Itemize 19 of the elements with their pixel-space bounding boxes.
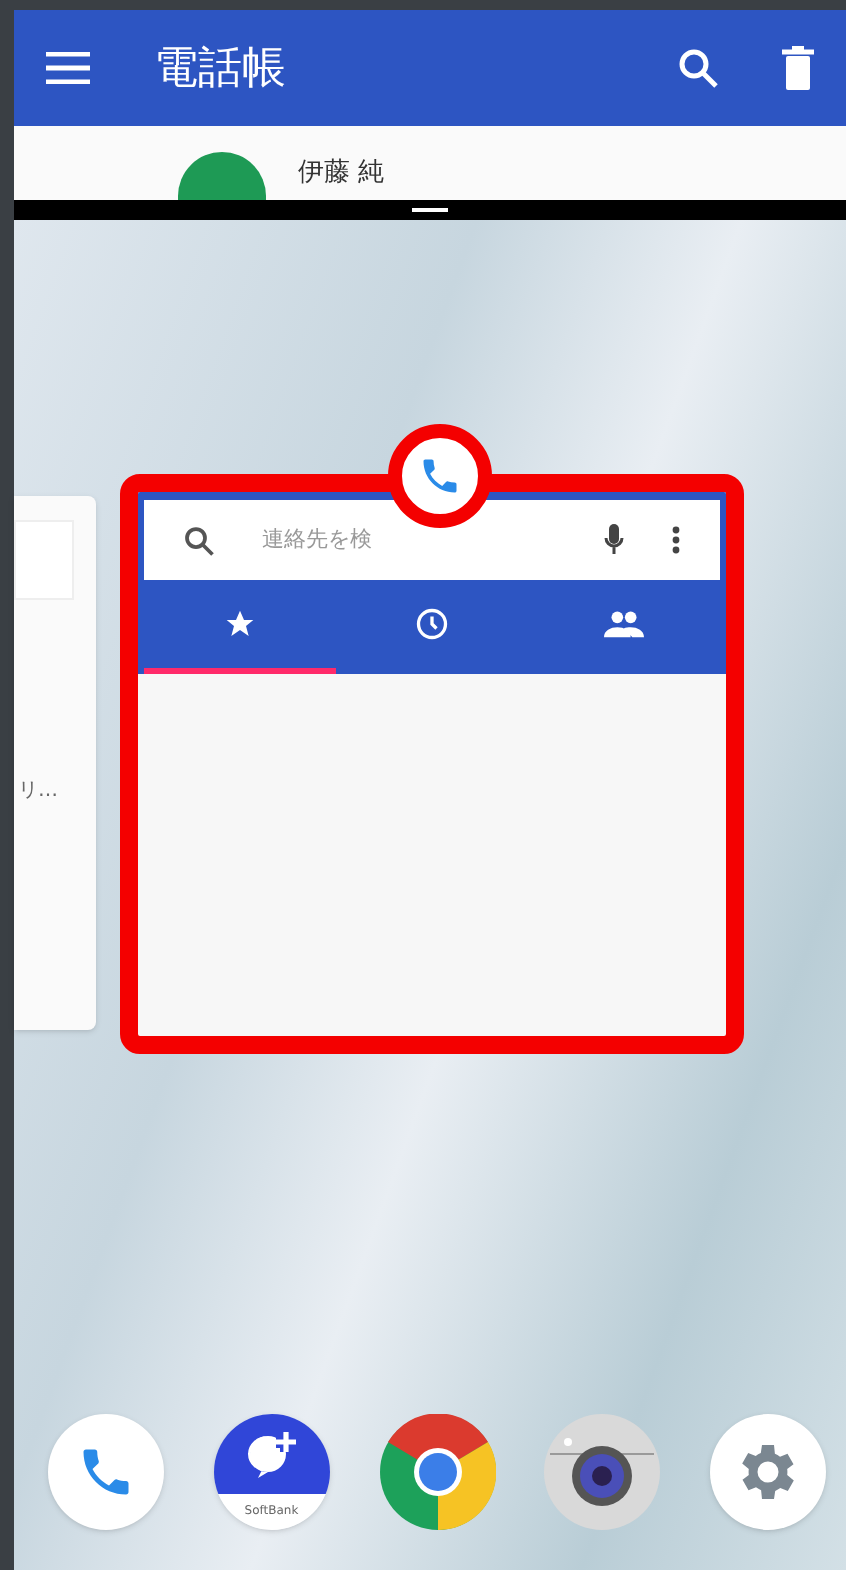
people-icon: [604, 610, 644, 638]
settings-icon[interactable]: [710, 1414, 826, 1530]
microphone-icon[interactable]: [604, 524, 624, 556]
search-placeholder: 連絡先を検: [262, 523, 374, 556]
trash-icon[interactable]: [782, 46, 814, 90]
search-icon[interactable]: [678, 48, 718, 88]
card-text: リ…: [18, 778, 58, 806]
phone-app-icon[interactable]: [48, 1414, 164, 1530]
search-icon: [184, 525, 214, 555]
speech-bubble-plus-icon: [243, 1428, 300, 1480]
contact-name: 伊藤 純: [298, 155, 385, 191]
browser-app-icon[interactable]: [379, 1414, 495, 1530]
avatar: [178, 152, 266, 200]
app-title: 電話帳: [154, 41, 288, 97]
menu-icon[interactable]: [46, 52, 90, 84]
clock-icon: [414, 606, 450, 642]
more-icon[interactable]: [672, 526, 680, 554]
star-icon: [224, 608, 256, 640]
camera-app-icon[interactable]: [544, 1414, 661, 1530]
